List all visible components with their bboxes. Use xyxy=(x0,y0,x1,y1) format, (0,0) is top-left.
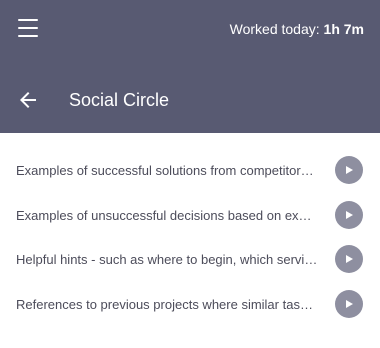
play-icon[interactable] xyxy=(335,156,363,184)
app-header: Worked today: 1h 7m Social Circle xyxy=(0,0,380,133)
play-icon[interactable] xyxy=(335,289,363,318)
worked-today-value: 1h 7m xyxy=(323,21,364,37)
arrow-left-icon[interactable] xyxy=(16,88,40,112)
list-item-label: Examples of unsuccessful decisions based… xyxy=(16,207,318,223)
list-item-label: References to previous projects where si… xyxy=(16,296,318,312)
resource-list: Examples of successful solutions from co… xyxy=(0,133,380,328)
list-item-label: Helpful hints - such as where to begin, … xyxy=(16,252,318,267)
list-item-label: Examples of successful solutions from co… xyxy=(16,163,318,178)
play-icon[interactable] xyxy=(335,245,363,273)
list-item[interactable]: References to previous projects where si… xyxy=(0,284,380,329)
worked-today: Worked today: 1h 7m xyxy=(230,21,364,37)
menu-icon[interactable] xyxy=(18,18,40,38)
list-item[interactable]: Examples of unsuccessful decisions based… xyxy=(0,195,380,240)
play-icon[interactable] xyxy=(335,200,363,229)
list-item[interactable]: Helpful hints - such as where to begin, … xyxy=(0,239,380,284)
list-item[interactable]: Examples of successful solutions from co… xyxy=(0,150,380,195)
worked-today-label: Worked today: xyxy=(229,21,324,37)
page-title: Social Circle xyxy=(69,90,170,110)
